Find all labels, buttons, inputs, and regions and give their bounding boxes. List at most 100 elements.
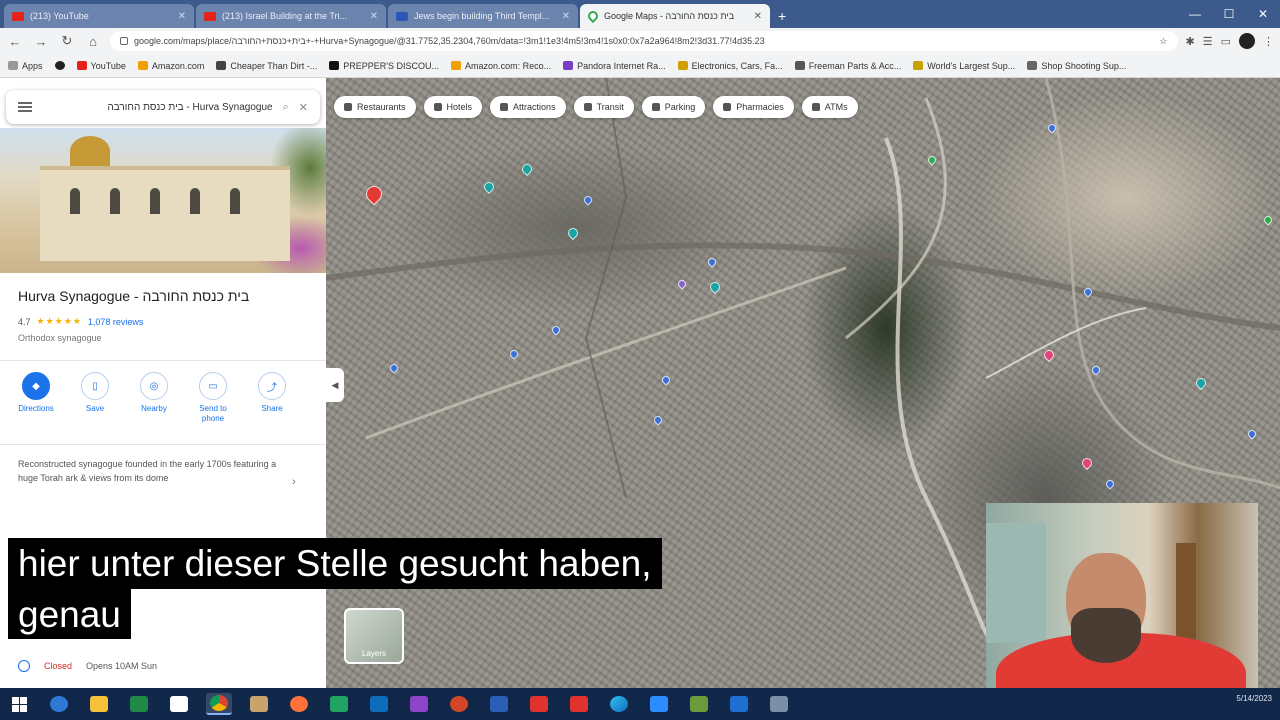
chip-attractions[interactable]: Attractions [490, 96, 566, 118]
search-icon[interactable]: ⌕ [283, 101, 289, 114]
bookmark-cheaper-than-dirt[interactable]: Cheaper Than Dirt -... [216, 61, 317, 71]
taskbar-onenote[interactable] [406, 693, 432, 715]
search-box[interactable]: בית כנסת החורבה - Hurva Synagogue ⌕ ✕ [6, 90, 320, 124]
close-tab-icon[interactable]: ✕ [178, 11, 186, 22]
bookmark-preppers[interactable]: PREPPER'S DISCOU... [329, 61, 439, 71]
tab-youtube[interactable]: (213) YouTube ✕ [4, 4, 194, 28]
save-button[interactable]: ▯ Save [77, 372, 113, 423]
bookmark-amazon-reco[interactable]: Amazon.com: Reco... [451, 61, 551, 71]
divider [0, 444, 326, 445]
taskbar-chrome[interactable] [206, 693, 232, 715]
bookmark-freeman[interactable]: Freeman Parts & Acc... [794, 61, 901, 71]
windows-taskbar: 5/14/2023 [0, 688, 1280, 720]
taskbar-media[interactable] [566, 693, 592, 715]
taskbar-recorder[interactable] [766, 693, 792, 715]
new-tab-button[interactable]: + [772, 8, 792, 28]
chip-hotels[interactable]: Hotels [423, 96, 483, 118]
tab-article[interactable]: Jews begin building Third Templ... ✕ [388, 4, 578, 28]
hours-text: Opens 10AM Sun [86, 661, 158, 671]
chip-restaurants[interactable]: Restaurants [334, 96, 416, 118]
minimize-icon[interactable]: — [1178, 0, 1212, 28]
taskbar-firefox[interactable] [286, 693, 312, 715]
browser-tab-strip: (213) YouTube ✕ (213) Israel Building at… [0, 0, 1280, 28]
profile-avatar[interactable] [1239, 33, 1255, 49]
taskbar-app[interactable] [246, 693, 272, 715]
chevron-left-icon: ◀ [331, 379, 339, 390]
excel-icon [330, 696, 348, 712]
close-tab-icon[interactable]: ✕ [562, 11, 570, 22]
taskbar-outlook[interactable] [366, 693, 392, 715]
subtitle-line-2: genau [8, 588, 131, 640]
taskbar-minecraft[interactable] [686, 693, 712, 715]
chevron-right-icon[interactable]: › [292, 476, 296, 488]
taskbar-word[interactable] [486, 693, 512, 715]
bookmark-amazon[interactable]: Amazon.com [137, 61, 204, 71]
taskbar-powerpoint[interactable] [446, 693, 472, 715]
share-button[interactable]: ⤴ Share [254, 372, 290, 423]
chip-pharmacies[interactable]: Pharmacies [713, 96, 794, 118]
extension-icon[interactable]: ✱ [1186, 35, 1195, 48]
tab-title: Jews begin building Third Templ... [414, 11, 550, 21]
send-to-phone-button[interactable]: ▭ Send to phone [195, 372, 231, 423]
back-icon[interactable]: ← [6, 34, 24, 49]
bookmark-icon [329, 61, 340, 70]
chip-parking[interactable]: Parking [641, 96, 706, 118]
close-tab-icon[interactable]: ✕ [754, 11, 762, 22]
close-icon[interactable]: ✕ [299, 101, 308, 114]
tab-youtube-video[interactable]: (213) Israel Building at the Tri... ✕ [196, 4, 386, 28]
reading-list-icon[interactable]: ☰ [1203, 35, 1213, 48]
chip-transit[interactable]: Transit [573, 96, 634, 118]
taskbar-edge-legacy[interactable] [46, 693, 72, 715]
sidebar-icon[interactable]: ▭ [1221, 35, 1231, 48]
edge-icon [50, 696, 68, 712]
menu-icon[interactable] [18, 102, 32, 112]
place-title: Hurva Synagogue - בית כנסת החורבה [18, 288, 250, 304]
close-window-icon[interactable]: ✕ [1246, 0, 1280, 28]
powerpoint-icon [450, 696, 468, 712]
chip-atms[interactable]: ATMs [801, 96, 858, 118]
taskbar-excel-2[interactable] [326, 693, 352, 715]
taskbar-zoom[interactable] [646, 693, 672, 715]
forward-icon[interactable]: → [32, 34, 50, 49]
opening-hours[interactable]: Closed Opens 10AM Sun [18, 660, 157, 672]
tab-title: (213) Israel Building at the Tri... [222, 11, 348, 21]
taskbar-security[interactable] [726, 693, 752, 715]
place-actions: ◆ Directions ▯ Save ◎ Nearby ▭ Send to p… [18, 372, 290, 423]
bookmarks-bar: Apps YouTube Amazon.com Cheaper Than Dir… [0, 54, 1280, 78]
taskbar-file-explorer[interactable] [86, 693, 112, 715]
bookmark-star-icon[interactable]: ☆ [1159, 36, 1167, 47]
reviews-link[interactable]: 1,078 reviews [88, 317, 144, 327]
close-tab-icon[interactable]: ✕ [370, 11, 378, 22]
search-input[interactable]: בית כנסת החורבה - Hurva Synagogue [42, 102, 272, 113]
taskbar-excel[interactable] [126, 693, 152, 715]
bookmark-github[interactable] [54, 61, 65, 70]
firefox-icon [290, 696, 308, 712]
taskbar-amazon[interactable] [166, 693, 192, 715]
maximize-icon[interactable]: ☐ [1212, 0, 1246, 28]
taskbar-edge[interactable] [606, 693, 632, 715]
bookmark-youtube[interactable]: YouTube [76, 61, 126, 71]
bookmark-icon [913, 61, 924, 70]
tab-google-maps[interactable]: Google Maps - בית כנסת החורבה ✕ [580, 4, 770, 28]
collapse-panel-button[interactable]: ◀ [326, 368, 344, 402]
start-button[interactable] [6, 693, 32, 715]
folder-icon [90, 696, 108, 712]
place-category[interactable]: Orthodox synagogue [18, 333, 102, 343]
menu-kebab-icon[interactable]: ⋮ [1263, 35, 1274, 48]
system-clock[interactable]: 5/14/2023 [1236, 694, 1272, 704]
photo-window [110, 188, 120, 214]
reload-icon[interactable]: ↻ [58, 33, 76, 49]
directions-button[interactable]: ◆ Directions [18, 372, 54, 423]
photo-window [150, 188, 160, 214]
bookmark-electronics[interactable]: Electronics, Cars, Fa... [677, 61, 783, 71]
bookmark-pandora[interactable]: Pandora Internet Ra... [563, 61, 666, 71]
bookmark-shooting-supply[interactable]: Shop Shooting Sup... [1027, 61, 1126, 71]
nearby-button[interactable]: ◎ Nearby [136, 372, 172, 423]
address-bar[interactable]: google.com/maps/place/בית+כנסת+החורבה+-+… [110, 31, 1178, 51]
taskbar-download[interactable] [526, 693, 552, 715]
bookmark-worlds-largest[interactable]: World's Largest Sup... [913, 61, 1015, 71]
place-photo[interactable] [0, 128, 326, 273]
home-icon[interactable]: ⌂ [84, 34, 102, 49]
place-description[interactable]: Reconstructed synagogue founded in the e… [18, 458, 278, 486]
bookmark-apps[interactable]: Apps [8, 61, 43, 71]
